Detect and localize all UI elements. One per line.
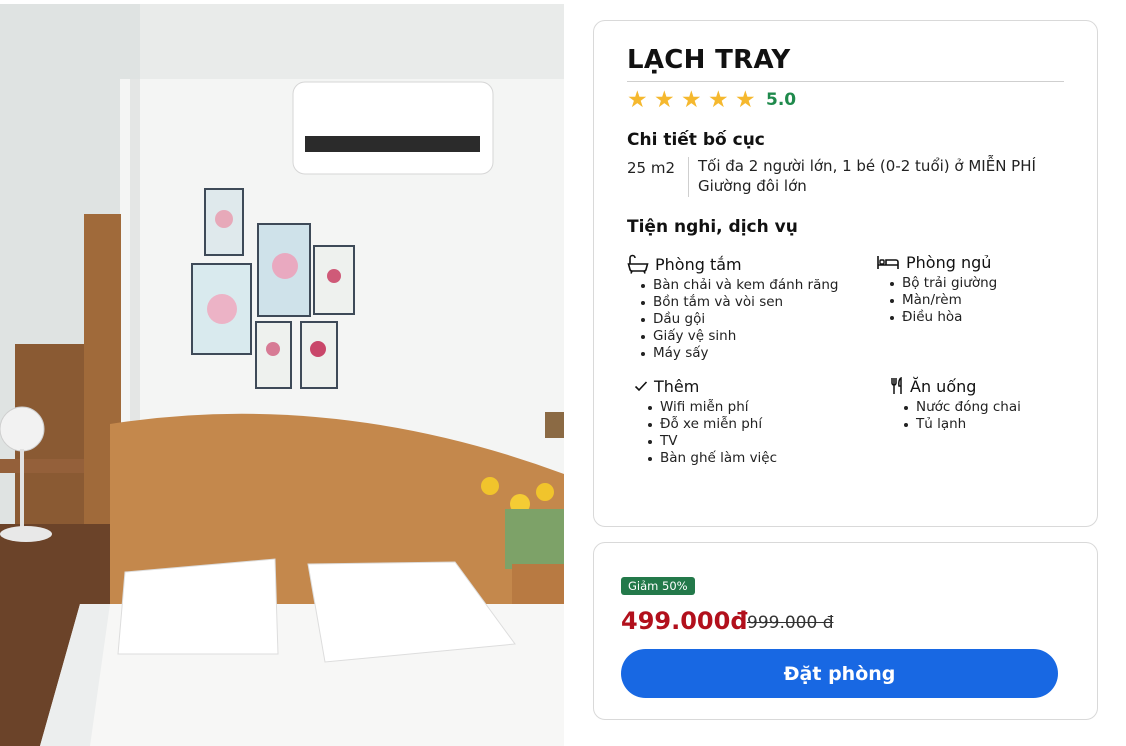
room-photo-illustration (0, 4, 564, 746)
list-item: Bộ trải giường (890, 275, 997, 292)
room-photo (0, 4, 564, 746)
bed-icon (877, 256, 899, 269)
amenity-group-bedroom: Phòng ngủ Bộ trải giường Màn/rèm Điều hò… (876, 251, 997, 326)
bathtub-icon (627, 254, 649, 274)
fork-knife-icon (891, 377, 902, 394)
rating-value: 5.0 (766, 90, 797, 110)
bed-type-text: Giường đôi lớn (698, 177, 807, 195)
title-divider (627, 81, 1064, 82)
list-item: Nước đóng chai (904, 399, 1021, 416)
layout-section-title: Chi tiết bố cục (627, 130, 765, 150)
amenity-group-title: Phòng tắm (655, 254, 742, 274)
list-item: Tủ lạnh (904, 416, 1021, 433)
amenities-section-title: Tiện nghi, dịch vụ (627, 217, 798, 237)
amenity-group-title: Ăn uống (910, 376, 977, 396)
price-card: Giảm 50% 499.000đ 999.000 đ Đặt phòng (593, 542, 1098, 720)
list-item: Bồn tắm và vòi sen (641, 294, 839, 311)
list-item: Đỗ xe miễn phí (648, 416, 777, 433)
amenity-group-title: Phòng ngủ (906, 252, 992, 272)
list-item: Giấy vệ sinh (641, 328, 839, 345)
discount-badge: Giảm 50% (621, 577, 695, 595)
original-price: 999.000 đ (747, 613, 834, 633)
amenity-group-title: Thêm (654, 376, 700, 396)
book-room-button[interactable]: Đặt phòng (621, 649, 1058, 698)
star-icon: ★ (681, 87, 702, 113)
star-icon: ★ (627, 87, 648, 113)
amenity-group-extra: Thêm Wifi miễn phí Đỗ xe miễn phí TV Bàn… (634, 375, 777, 467)
check-icon (634, 381, 648, 392)
occupancy-text: Tối đa 2 người lớn, 1 bé (0-2 tuổi) ở MI… (698, 157, 1036, 175)
amenity-group-food: Ăn uống Nước đóng chai Tủ lạnh (890, 375, 1021, 433)
list-item: TV (648, 433, 777, 450)
room-area: 25 m2 (627, 159, 676, 177)
list-item: Bàn chải và kem đánh răng (641, 277, 839, 294)
room-info-card: LẠCH TRAY ★ ★ ★ ★ ★ 5.0 Chi tiết bố cục … (593, 20, 1098, 527)
star-icon: ★ (735, 87, 756, 113)
amenity-group-bathroom: Phòng tắm Bàn chải và kem đánh răng Bồn … (627, 253, 839, 362)
list-item: Màn/rèm (890, 292, 997, 309)
list-item: Bàn ghế làm việc (648, 450, 777, 467)
current-price: 499.000đ (621, 607, 748, 635)
star-icon: ★ (654, 87, 675, 113)
room-title: LẠCH TRAY (627, 45, 791, 75)
list-item: Máy sấy (641, 345, 839, 362)
list-item: Dầu gội (641, 311, 839, 328)
layout-divider (688, 157, 689, 197)
star-icon: ★ (708, 87, 729, 113)
list-item: Wifi miễn phí (648, 399, 777, 416)
list-item: Điều hòa (890, 309, 997, 326)
rating: ★ ★ ★ ★ ★ 5.0 (627, 87, 796, 113)
